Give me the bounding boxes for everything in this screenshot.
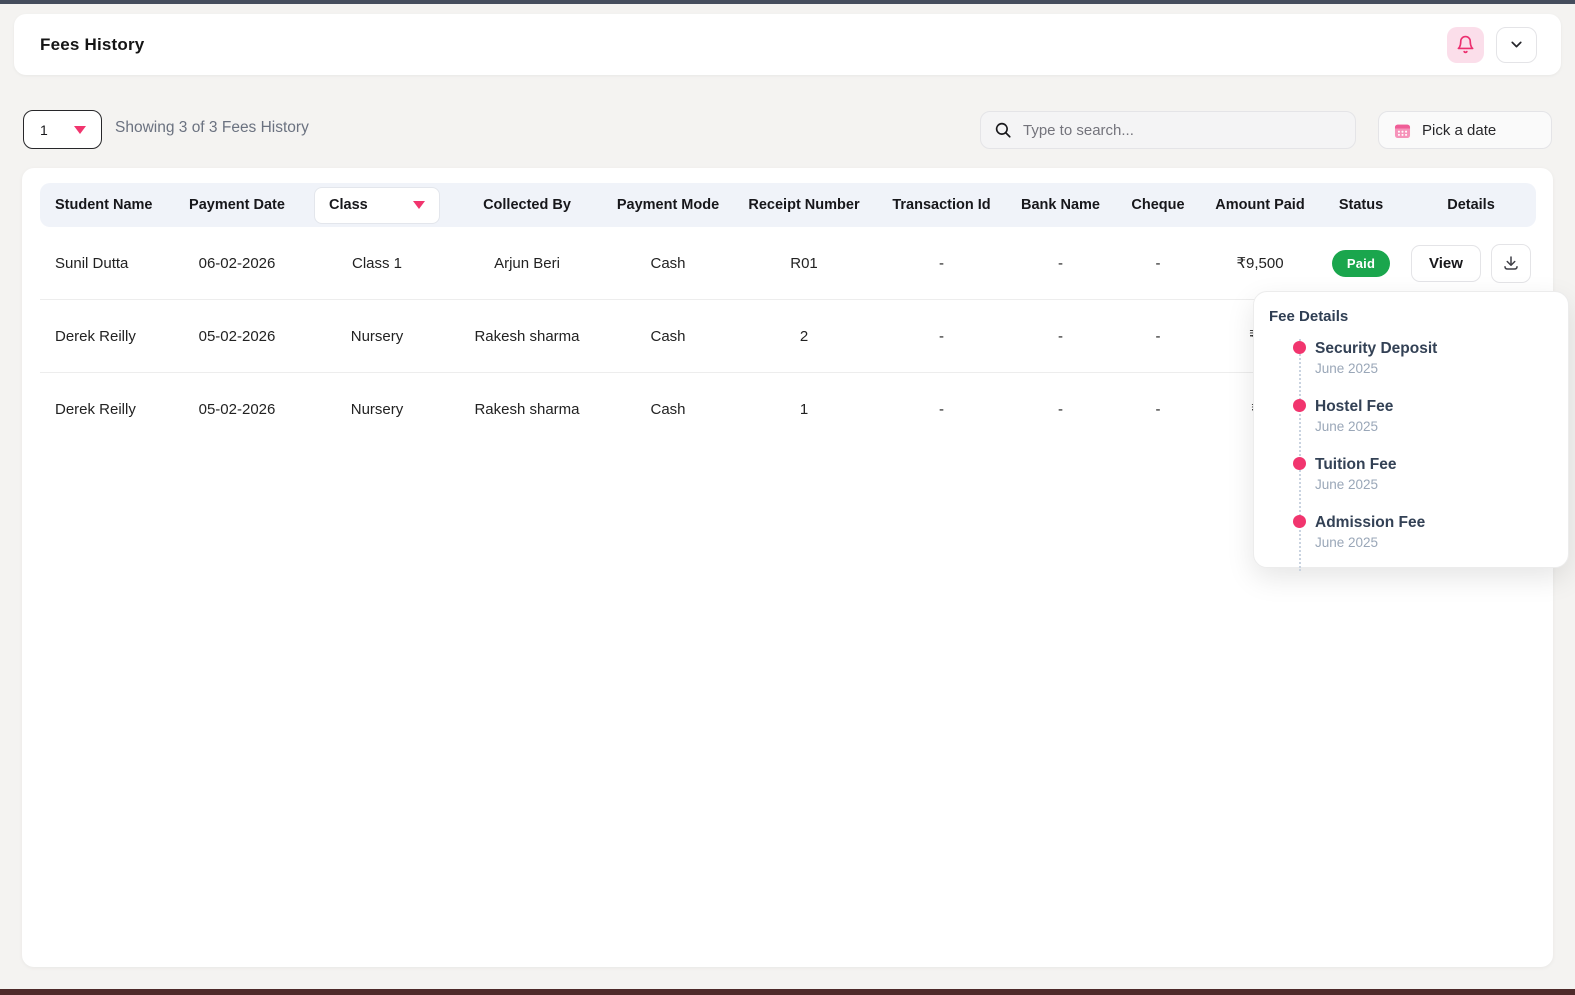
- col-transaction-id: Transaction Id: [874, 183, 1009, 227]
- cell-class: Nursery: [302, 373, 452, 446]
- cell-details: View: [1406, 227, 1536, 300]
- class-filter-label: Class: [329, 197, 368, 213]
- col-payment-date: Payment Date: [172, 183, 302, 227]
- col-receipt-number: Receipt Number: [734, 183, 874, 227]
- table-header-row: Student Name Payment Date Class Collecte…: [40, 183, 1536, 227]
- bell-icon: [1456, 35, 1475, 54]
- fee-timeline-item: Hostel Fee June 2025: [1315, 397, 1552, 455]
- table-row: Sunil Dutta 06-02-2026 Class 1 Arjun Ber…: [40, 227, 1536, 300]
- col-details: Details: [1406, 183, 1536, 227]
- timeline-dot-icon: [1293, 341, 1306, 354]
- page-size-select[interactable]: 1: [23, 110, 102, 149]
- page-size-value: 1: [40, 122, 48, 138]
- col-collected-by: Collected By: [452, 183, 602, 227]
- bottom-window-strip: [0, 989, 1575, 995]
- fee-period: June 2025: [1315, 361, 1552, 376]
- toolbar: 1 Showing 3 of 3 Fees History Pick a dat…: [0, 110, 1575, 148]
- cell-amount-paid: ₹9,500: [1204, 227, 1316, 300]
- fee-period: June 2025: [1315, 419, 1552, 434]
- download-icon: [1502, 254, 1520, 272]
- col-student-name: Student Name: [40, 183, 172, 227]
- cell-class: Nursery: [302, 300, 452, 373]
- cell-payment-mode: Cash: [602, 373, 734, 446]
- download-receipt-button[interactable]: [1491, 244, 1531, 283]
- cell-collected-by: Rakesh sharma: [452, 300, 602, 373]
- col-cheque: Cheque: [1112, 183, 1204, 227]
- fee-name: Security Deposit: [1315, 339, 1552, 358]
- cell-student-name: Derek Reilly: [40, 300, 172, 373]
- pick-date-button[interactable]: Pick a date: [1378, 111, 1552, 149]
- cell-collected-by: Rakesh sharma: [452, 373, 602, 446]
- fee-period: June 2025: [1315, 477, 1552, 492]
- cell-payment-date: 05-02-2026: [172, 300, 302, 373]
- cell-transaction-id: -: [874, 373, 1009, 446]
- fee-details-popover: Fee Details Security Deposit June 2025 H…: [1253, 291, 1569, 568]
- timeline-dot-icon: [1293, 399, 1306, 412]
- cell-cheque: -: [1112, 227, 1204, 300]
- results-count-text: Showing 3 of 3 Fees History: [115, 119, 309, 137]
- fee-name: Tuition Fee: [1315, 455, 1552, 474]
- page-header: Fees History: [14, 14, 1561, 75]
- pick-date-label: Pick a date: [1422, 122, 1496, 139]
- cell-bank-name: -: [1009, 300, 1112, 373]
- cell-payment-date: 06-02-2026: [172, 227, 302, 300]
- view-button[interactable]: View: [1411, 245, 1481, 282]
- col-status: Status: [1316, 183, 1406, 227]
- search-icon: [994, 121, 1012, 139]
- cell-transaction-id: -: [874, 227, 1009, 300]
- collapse-header-button[interactable]: [1496, 27, 1537, 63]
- cell-payment-mode: Cash: [602, 227, 734, 300]
- page-title: Fees History: [40, 35, 144, 55]
- top-window-strip: [0, 0, 1575, 4]
- cell-payment-mode: Cash: [602, 300, 734, 373]
- cell-student-name: Sunil Dutta: [40, 227, 172, 300]
- search-input[interactable]: [1023, 122, 1343, 139]
- notifications-button[interactable]: [1447, 27, 1484, 63]
- fee-period: June 2025: [1315, 535, 1552, 550]
- cell-student-name: Derek Reilly: [40, 373, 172, 446]
- cell-class: Class 1: [302, 227, 452, 300]
- fee-timeline: Security Deposit June 2025 Hostel Fee Ju…: [1299, 339, 1552, 571]
- cell-receipt-number: 2: [734, 300, 874, 373]
- col-amount-paid: Amount Paid: [1204, 183, 1316, 227]
- cell-payment-date: 05-02-2026: [172, 373, 302, 446]
- calendar-icon: [1393, 121, 1412, 140]
- col-bank-name: Bank Name: [1009, 183, 1112, 227]
- cell-cheque: -: [1112, 300, 1204, 373]
- col-payment-mode: Payment Mode: [602, 183, 734, 227]
- fee-name: Admission Fee: [1315, 513, 1552, 532]
- timeline-dot-icon: [1293, 515, 1306, 528]
- cell-receipt-number: R01: [734, 227, 874, 300]
- fee-timeline-item: Security Deposit June 2025: [1315, 339, 1552, 397]
- cell-receipt-number: 1: [734, 373, 874, 446]
- timeline-dot-icon: [1293, 457, 1306, 470]
- status-badge: Paid: [1332, 250, 1390, 277]
- chevron-down-icon: [1508, 36, 1525, 53]
- cell-collected-by: Arjun Beri: [452, 227, 602, 300]
- cell-status: Paid: [1316, 227, 1406, 300]
- fee-timeline-item: Admission Fee June 2025: [1315, 513, 1552, 571]
- search-box: [980, 111, 1356, 149]
- cell-cheque: -: [1112, 373, 1204, 446]
- caret-down-icon: [413, 201, 425, 209]
- caret-down-icon: [74, 126, 86, 134]
- fee-name: Hostel Fee: [1315, 397, 1552, 416]
- col-class: Class: [302, 183, 452, 227]
- cell-bank-name: -: [1009, 373, 1112, 446]
- fee-timeline-item: Tuition Fee June 2025: [1315, 455, 1552, 513]
- class-filter-dropdown[interactable]: Class: [314, 187, 440, 224]
- cell-transaction-id: -: [874, 300, 1009, 373]
- header-actions: [1447, 27, 1537, 63]
- cell-bank-name: -: [1009, 227, 1112, 300]
- popover-title: Fee Details: [1269, 308, 1552, 325]
